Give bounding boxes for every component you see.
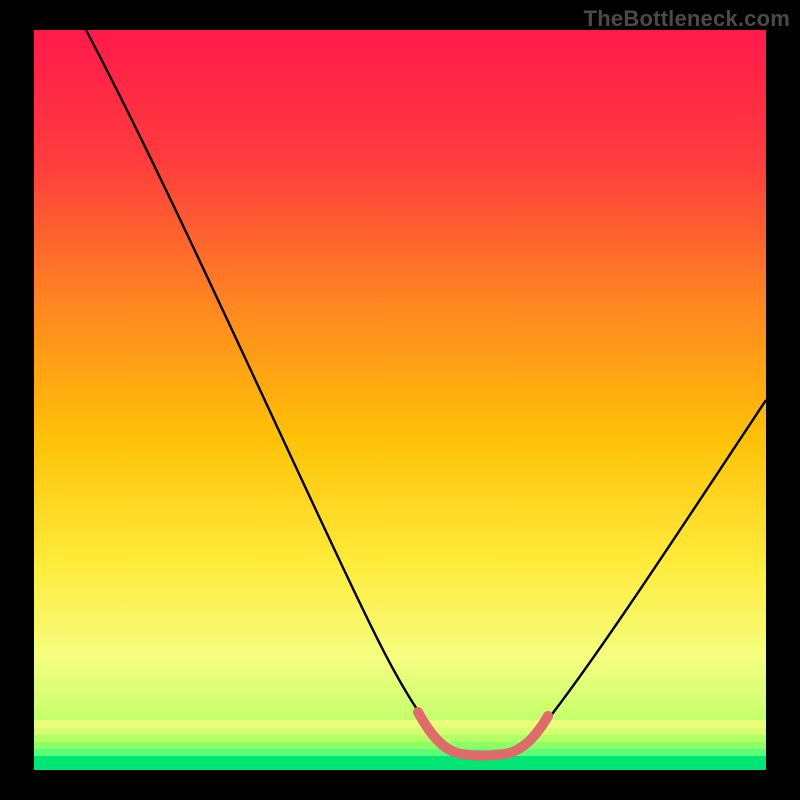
watermark-text: TheBottleneck.com bbox=[584, 6, 790, 32]
chart-svg bbox=[0, 0, 800, 800]
bottom-bands bbox=[34, 720, 766, 770]
plot-background bbox=[34, 30, 766, 770]
chart-frame: TheBottleneck.com bbox=[0, 0, 800, 800]
